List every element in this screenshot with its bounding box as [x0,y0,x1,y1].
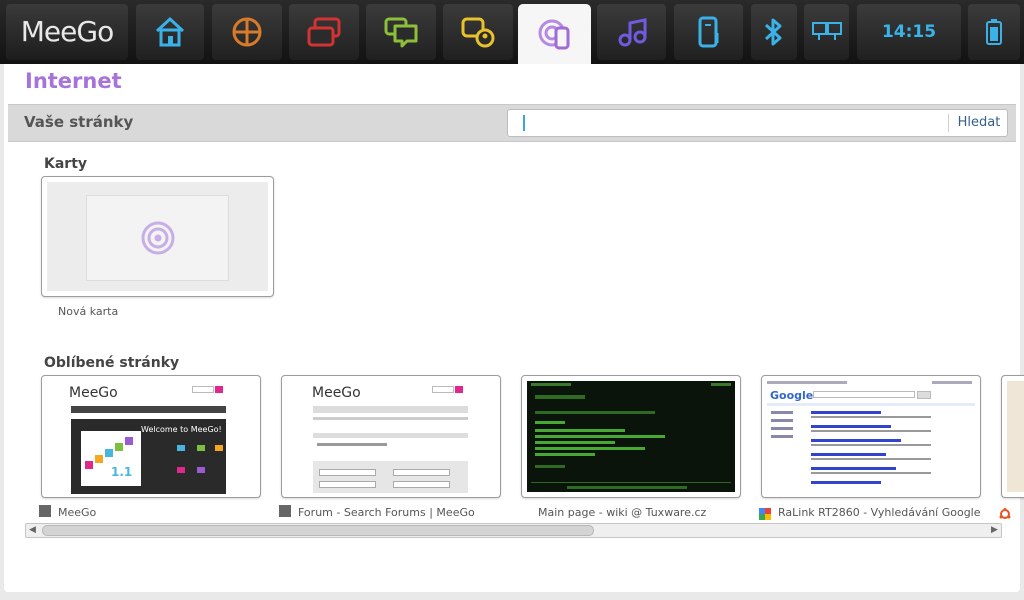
favorite-label: Main page - wiki @ Tuxware.cz [538,506,707,519]
battery-button[interactable] [968,4,1020,60]
people-button[interactable] [443,4,513,60]
meego-thumbnail: MeeGo Welcome to MeeGo! 1.1 [47,381,255,494]
meego-favicon [39,505,51,517]
favorite-card-partial[interactable] [1001,375,1024,498]
meego-thumb-hero-title: Welcome to MeeGo! [141,425,222,434]
page-title: Vaše stránky [24,113,134,131]
scroll-left-arrow-icon[interactable]: ◀ [26,524,39,537]
zones-icon [232,17,262,47]
forum-thumbnail: MeeGo [287,381,495,493]
favorite-label: MeeGo [58,506,97,519]
internet-icon [538,19,569,50]
network-icon [811,22,842,40]
forum-thumb-logo: MeeGo [312,385,361,401]
new-tab-placeholder [86,195,229,281]
tabs-section-title: Karty [44,156,88,172]
meego-thumb-search-button [215,386,223,393]
scroll-right-arrow-icon[interactable]: ▶ [988,524,1001,537]
forum-thumb-navbar [313,406,468,413]
clock-text: 14:15 [881,22,937,42]
devices-button[interactable] [674,4,743,60]
partial-thumbnail [1007,381,1024,492]
myzone-button[interactable] [212,4,282,60]
new-tab-preview [47,182,268,291]
new-tab-card[interactable] [41,176,274,297]
applications-button[interactable] [289,4,359,60]
favorites-section-title: Oblíbené stránky [44,355,180,371]
google-thumb-logo: Google [770,389,814,402]
search-input[interactable] [520,113,934,133]
clock[interactable]: 14:15 [857,4,961,60]
search-divider [948,114,949,132]
forum-thumb-form [313,461,468,493]
people-icon [461,17,495,48]
meego-thumb-navbar [71,406,226,413]
home-button[interactable] [136,4,204,60]
forum-thumb-search-button [455,386,463,393]
scrollbar-thumb[interactable] [42,525,594,536]
app-title: Internet [25,69,122,93]
forum-favicon [279,505,291,517]
bluetooth-button[interactable] [751,4,797,60]
favorite-card-forum[interactable]: MeeGo [281,375,501,498]
messaging-button[interactable] [366,4,436,60]
favorite-card-google[interactable]: Google [761,375,981,498]
home-icon [155,16,185,47]
ubuntu-favicon [999,505,1011,519]
messaging-icon [384,17,418,48]
google-thumbnail: Google [767,381,975,492]
new-tab-label: Nová karta [58,305,119,318]
favorite-label: Forum - Search Forums | MeeGo [298,506,475,519]
favorite-card-meego[interactable]: MeeGo Welcome to MeeGo! 1.1 [41,375,261,498]
forum-thumb-search [432,386,454,393]
internet-button[interactable] [518,4,591,64]
search-box: Hledat [507,109,1008,137]
meego-thumb-logo: MeeGo [69,385,118,401]
meego-thumb-hero: Welcome to MeeGo! 1.1 [71,419,226,494]
search-button[interactable]: Hledat [951,110,1007,136]
meego-logo[interactable]: MeeGo [6,4,128,60]
meego-thumb-search [192,386,214,393]
internet-icon [141,221,175,255]
horizontal-scrollbar[interactable]: ◀ ▶ [25,523,1002,538]
bluetooth-icon [764,18,782,46]
panel-header: Vaše stránky Hledat [8,104,1016,142]
music-button[interactable] [597,4,666,60]
applications-icon [307,17,341,47]
google-favicon [759,505,771,520]
internet-panel: Internet Vaše stránky Hledat Karty Nová … [4,64,1024,592]
battery-icon [986,19,1002,45]
ubuntu-icon [999,508,1011,519]
meego-thumb-version: 1.1 [111,465,133,479]
google-icon [759,508,771,520]
network-button[interactable] [804,4,849,60]
top-panel: MeeGo 14:15 [0,0,1024,64]
tuxware-thumbnail [527,381,735,492]
favorite-label: RaLink RT2860 - Vyhledávání Google [778,506,981,519]
meego-thumb-illustration: 1.1 [81,431,141,486]
favorite-card-tuxware[interactable] [521,375,741,498]
music-icon [618,18,646,47]
devices-icon [698,16,718,48]
